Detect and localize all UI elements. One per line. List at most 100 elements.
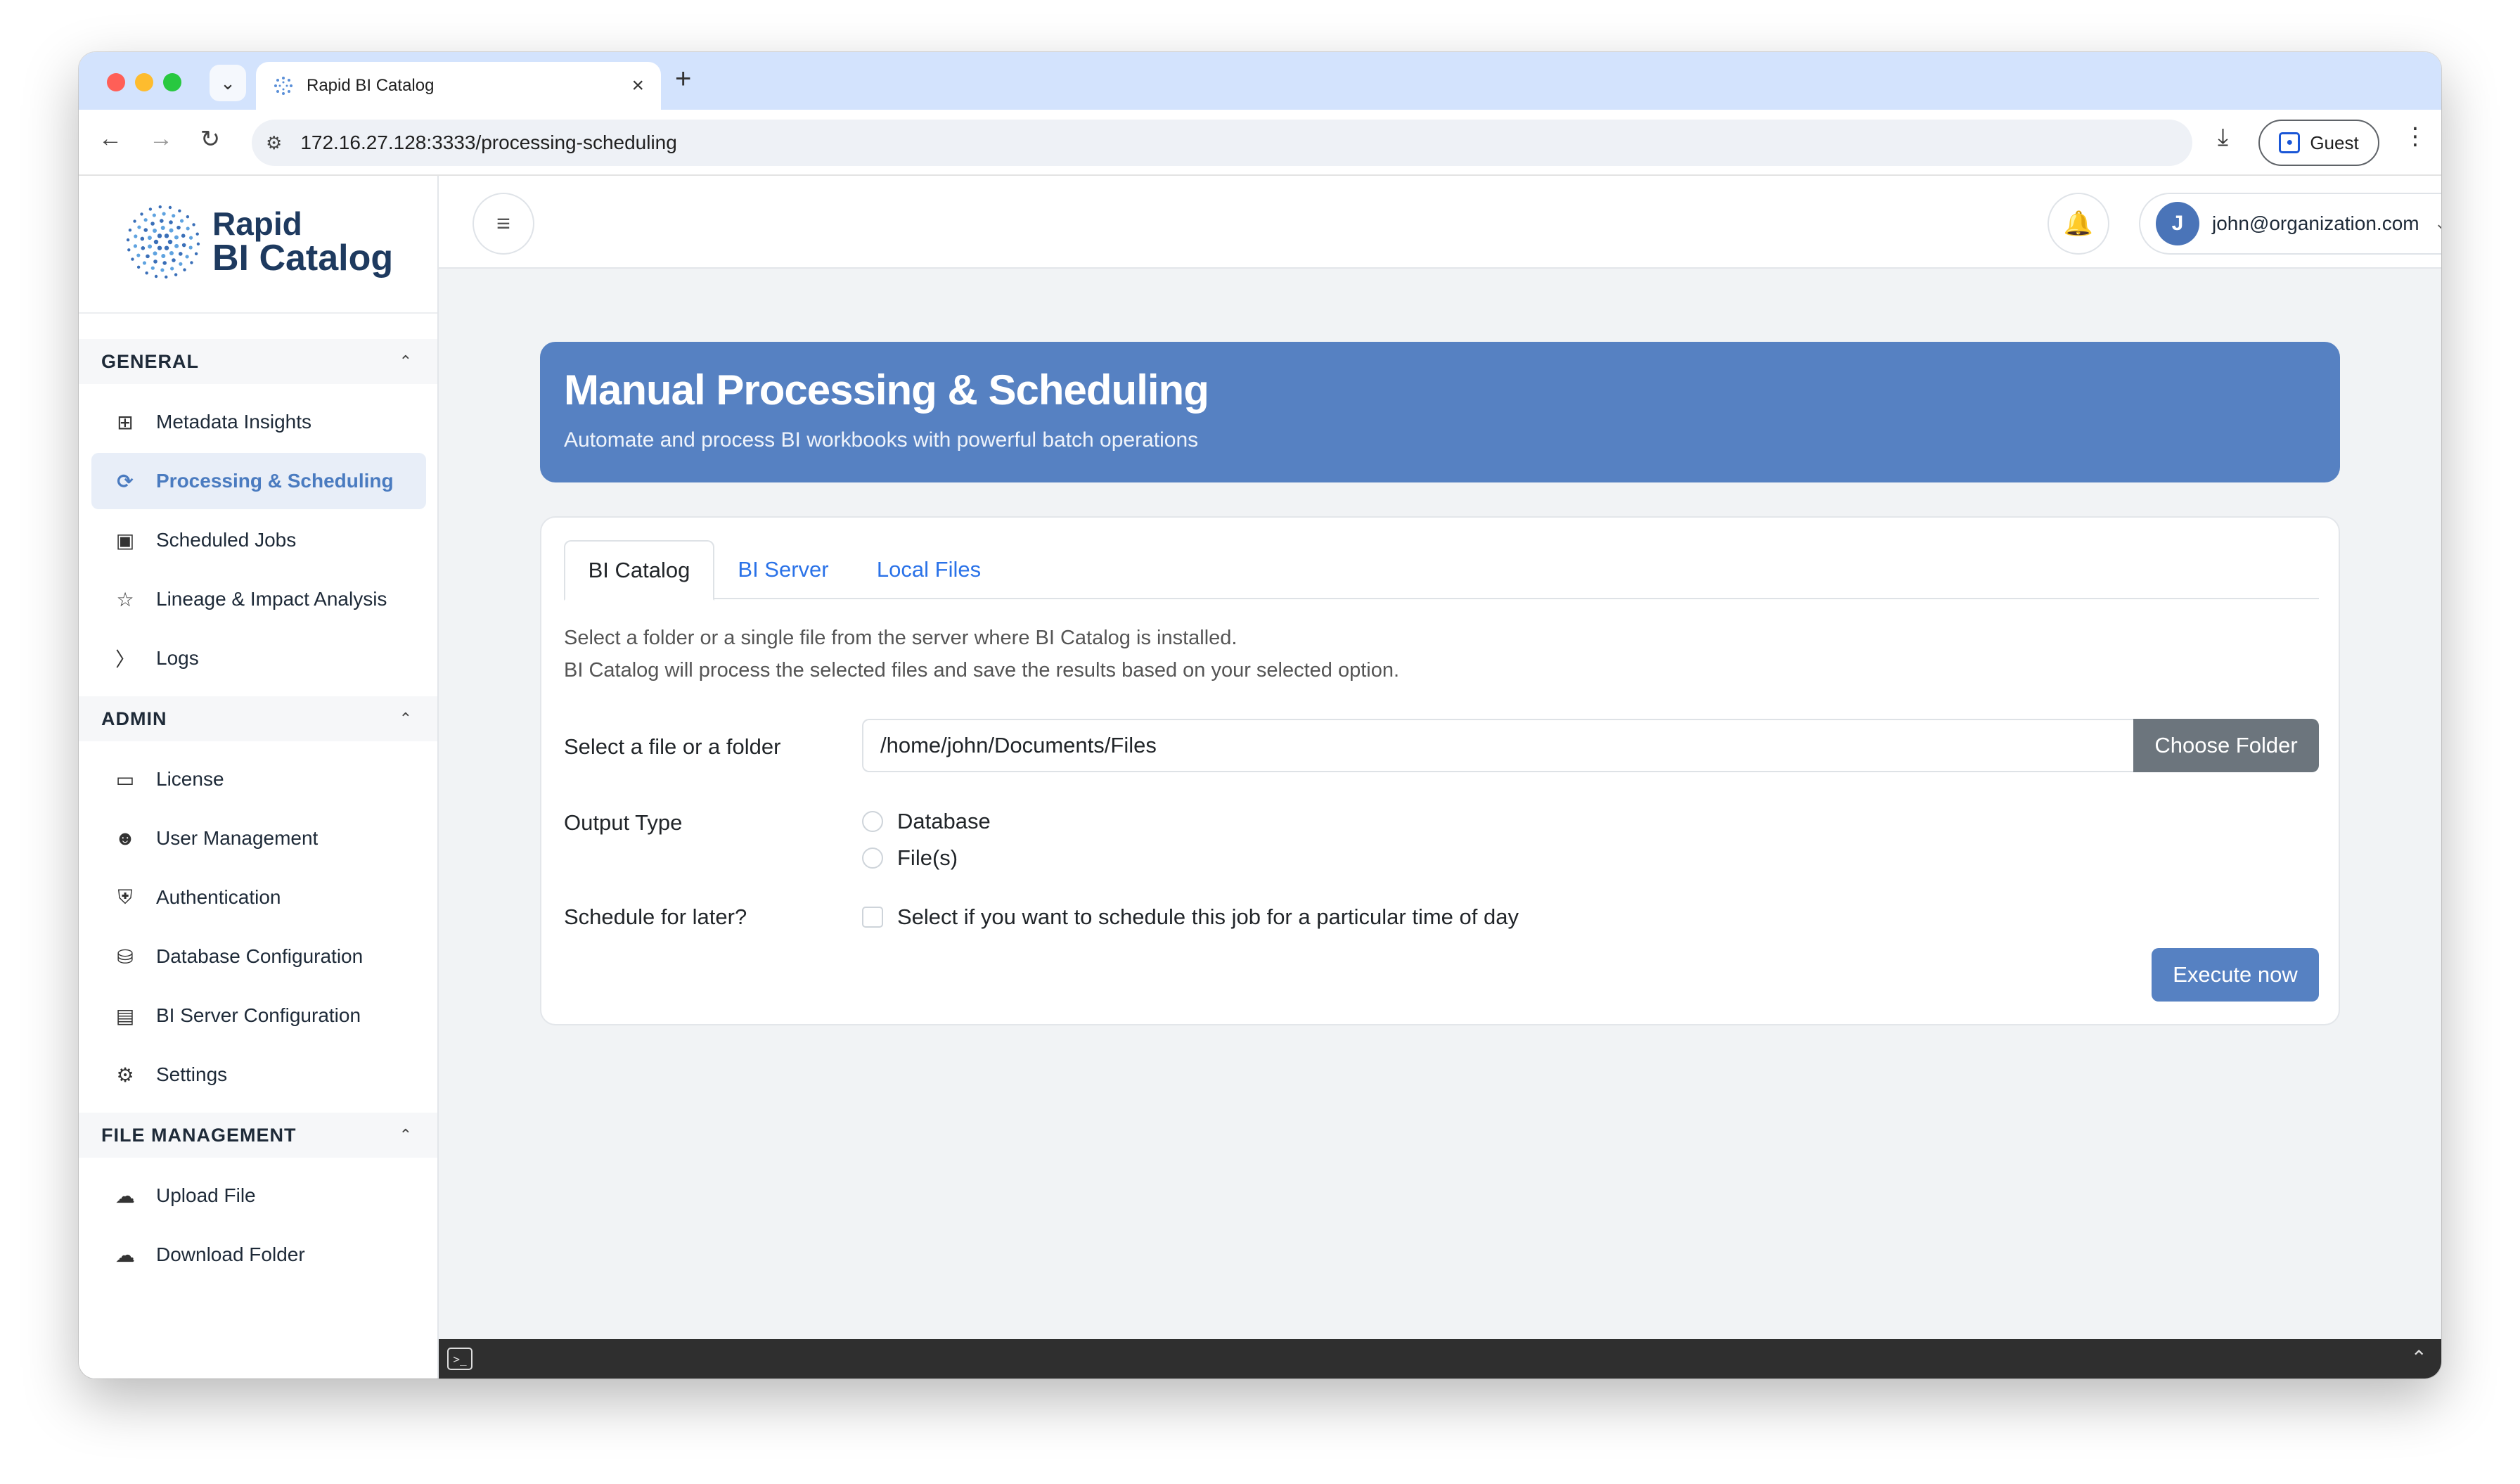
sidebar-item-label: Upload File — [156, 1184, 256, 1206]
tab-search-chevron-icon[interactable]: ⌄ — [210, 65, 246, 101]
back-arrow-icon[interactable]: ← — [93, 125, 128, 153]
browser-toolbar: ← → ↻ ⚙ 172.16.27.128:3333/processing-sc… — [79, 110, 2441, 176]
lineage-icon: ☆ — [116, 588, 134, 610]
maximize-window-button[interactable] — [163, 73, 181, 91]
chevron-up-icon: ⌃ — [399, 352, 412, 370]
sidebar-item-lineage[interactable]: ☆ Lineage & Impact Analysis — [91, 571, 426, 627]
close-tab-icon[interactable]: × — [631, 74, 644, 98]
choose-folder-button[interactable]: Choose Folder — [2133, 719, 2319, 772]
terminal-icon: 〉 — [115, 648, 135, 670]
profile-button[interactable]: ● Guest — [2258, 120, 2379, 166]
reload-icon[interactable]: ↻ — [193, 125, 228, 153]
page-title: Manual Processing & Scheduling — [564, 366, 1209, 414]
description-line: Select a folder or a single file from th… — [564, 627, 1238, 649]
database-icon: ⛁ — [117, 945, 134, 968]
source-tabs: BI Catalog BI Server Local Files — [564, 540, 2319, 601]
sidebar-item-settings[interactable]: ⚙ Settings — [91, 1047, 426, 1103]
chevron-up-icon: ⌃ — [399, 1126, 412, 1144]
sidebar-item-label: BI Server Configuration — [156, 1004, 361, 1026]
execute-now-button[interactable]: Execute now — [2152, 948, 2319, 1002]
terminal-bar: >_ ⌃ — [439, 1339, 2441, 1379]
sidebar: Rapid BI Catalog GENERAL ⌃ ⊞ Metadata In… — [79, 176, 439, 1379]
app-logo[interactable]: Rapid BI Catalog — [121, 200, 393, 284]
section-header-file-management[interactable]: FILE MANAGEMENT ⌃ — [79, 1113, 437, 1158]
forward-arrow-icon[interactable]: → — [143, 125, 179, 153]
browser-tab-title: Rapid BI Catalog — [307, 76, 435, 95]
schedule-label: Schedule for later? — [564, 904, 747, 929]
sidebar-item-database-configuration[interactable]: ⛁ Database Configuration — [91, 928, 426, 985]
schedule-checkbox[interactable] — [862, 907, 883, 928]
ticket-icon: ▭ — [115, 768, 135, 791]
process-icon: ⟳ — [117, 470, 134, 492]
site-settings-icon[interactable]: ⚙ — [266, 132, 282, 154]
sidebar-item-download-folder[interactable]: ☁ Download Folder — [91, 1227, 426, 1283]
page-banner: Manual Processing & Scheduling Automate … — [540, 342, 2340, 482]
section-title: ADMIN — [101, 708, 167, 729]
sidebar-item-label: Metadata Insights — [156, 411, 312, 433]
cloud-download-icon: ☁ — [115, 1243, 135, 1266]
form-description: Select a folder or a single file from th… — [564, 622, 1399, 686]
gear-icon: ⚙ — [116, 1063, 134, 1086]
file-folder-label: Select a file or a folder — [564, 734, 781, 759]
sidebar-item-label: Database Configuration — [156, 945, 364, 967]
sidebar-item-processing-scheduling[interactable]: ⟳ Processing & Scheduling — [91, 453, 426, 509]
address-bar[interactable]: ⚙ 172.16.27.128:3333/processing-scheduli… — [252, 120, 2192, 166]
cloud-upload-icon: ☁ — [115, 1184, 135, 1207]
chevron-up-icon[interactable]: ⌃ — [2411, 1346, 2427, 1369]
output-option-database[interactable]: Database — [862, 809, 991, 834]
section-title: GENERAL — [101, 350, 200, 372]
sidebar-item-logs[interactable]: 〉 Logs — [91, 630, 426, 686]
chevron-up-icon: ⌃ — [399, 710, 412, 727]
section-header-admin[interactable]: ADMIN ⌃ — [79, 696, 437, 741]
sidebar-toggle-icon[interactable]: ≡ — [472, 193, 534, 255]
radio-button[interactable] — [862, 847, 883, 869]
minimize-window-button[interactable] — [135, 73, 153, 91]
browser-window: ⌄ Rapid BI Catalog × + ← → ↻ ⚙ 172.16.27… — [79, 52, 2441, 1379]
sidebar-item-scheduled-jobs[interactable]: ▣ Scheduled Jobs — [91, 512, 426, 568]
new-tab-icon[interactable]: + — [675, 63, 691, 95]
profile-icon: ● — [2279, 132, 2301, 153]
app-topbar: ≡ 🔔 J john@organization.com ⌄ — [439, 176, 2441, 269]
browser-tab[interactable]: Rapid BI Catalog × — [256, 62, 661, 110]
terminal-icon[interactable]: >_ — [447, 1348, 472, 1370]
server-icon: ▤ — [115, 1004, 135, 1027]
sidebar-item-bi-server-configuration[interactable]: ▤ BI Server Configuration — [91, 987, 426, 1044]
grid-icon: ⊞ — [117, 411, 134, 433]
window-icon: ▣ — [115, 529, 135, 551]
output-type-label: Output Type — [564, 810, 683, 835]
sidebar-item-metadata-insights[interactable]: ⊞ Metadata Insights — [91, 394, 426, 450]
sidebar-item-license[interactable]: ▭ License — [91, 751, 426, 807]
schedule-option[interactable]: Select if you want to schedule this job … — [862, 904, 1519, 930]
chevron-down-icon: ⌄ — [2434, 215, 2441, 232]
processing-card: BI Catalog BI Server Local Files Select … — [540, 516, 2340, 1025]
sidebar-item-upload-file[interactable]: ☁ Upload File — [91, 1168, 426, 1224]
radio-label: File(s) — [897, 845, 958, 870]
address-url: 172.16.27.128:3333/processing-scheduling — [300, 132, 677, 153]
logo-divider — [79, 312, 437, 314]
shield-icon: ⛨ — [117, 885, 133, 908]
radio-label: Database — [897, 809, 991, 833]
file-path-input[interactable] — [862, 719, 2133, 772]
page-subtitle: Automate and process BI workbooks with p… — [564, 428, 1199, 452]
users-icon: ☻ — [115, 827, 136, 849]
sidebar-item-authentication[interactable]: ⛨ Authentication — [91, 869, 426, 926]
bell-icon[interactable]: 🔔 — [2048, 193, 2109, 255]
radio-button[interactable] — [862, 811, 883, 832]
sidebar-item-label: Download Folder — [156, 1243, 305, 1265]
section-header-general[interactable]: GENERAL ⌃ — [79, 339, 437, 384]
logo-text-line1: Rapid — [212, 205, 302, 242]
sidebar-item-user-management[interactable]: ☻ User Management — [91, 810, 426, 866]
checkbox-label: Select if you want to schedule this job … — [897, 904, 1519, 929]
user-menu-button[interactable]: J john@organization.com ⌄ — [2139, 193, 2441, 255]
output-option-files[interactable]: File(s) — [862, 845, 958, 871]
favicon-icon — [274, 77, 292, 95]
tab-local-files[interactable]: Local Files — [852, 540, 1005, 599]
close-window-button[interactable] — [107, 73, 125, 91]
browser-menu-icon[interactable]: ⋮ — [2403, 122, 2427, 151]
download-icon[interactable]: ⤓ — [2218, 124, 2228, 151]
browser-tabstrip: ⌄ Rapid BI Catalog × + — [79, 52, 2441, 110]
tab-bi-catalog[interactable]: BI Catalog — [564, 540, 714, 601]
sidebar-item-label: License — [156, 768, 224, 790]
user-email: john@organization.com — [2212, 212, 2419, 234]
tab-bi-server[interactable]: BI Server — [714, 540, 852, 599]
